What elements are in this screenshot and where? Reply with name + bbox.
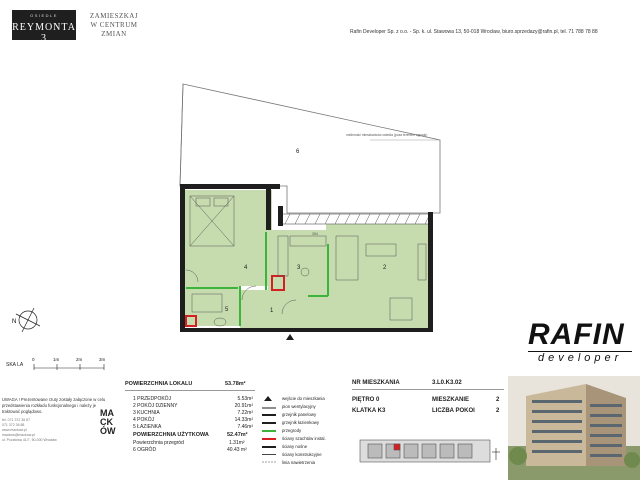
garden-area-value: 40.43 m² [227, 447, 247, 453]
legend-text: pion wentylacyjny [282, 404, 316, 409]
room-area-row: 5 ŁAZIENKA 7.46m² [133, 424, 253, 431]
flat-number-value: 3.L0.K3.02 [432, 380, 462, 386]
legend-text: wejście do mieszkania [282, 396, 325, 401]
room-5-fill [184, 286, 240, 326]
room-area-row: 4 POKÓJ 14.33m² [133, 417, 253, 424]
room-name: 2 POKÓJ DZIENNY [133, 403, 178, 409]
compass-north: N [12, 319, 16, 325]
architect-logo-line: ÓW [100, 426, 116, 436]
garden-area-label: 6 OGRÓD [133, 447, 157, 453]
key-plan [359, 439, 491, 463]
legend-text: grzejnik panelowy [282, 412, 317, 417]
disclaimer-note: UWAGA ! Prezentowane rzuty zostały załąc… [2, 397, 106, 414]
counter-label: 354 [312, 232, 318, 236]
scale-tick: 0 [32, 357, 35, 362]
room-label-3: 3 [297, 265, 301, 271]
room-name: 5 ŁAZIENKA [133, 424, 162, 430]
room-2-fill [326, 224, 430, 328]
total-area-value: 53.78m² [225, 381, 246, 387]
staircase-label: KLATKA K3 [352, 408, 386, 414]
room-label-2: 2 [383, 265, 387, 271]
usable-area-value: 52.47m² [227, 432, 248, 438]
room-value: 7.22m² [237, 410, 253, 416]
legend-icons [262, 396, 276, 463]
usable-area-label: POWIERZCHNIA UŻYTKOWA [133, 432, 209, 438]
legend-text: ściany szachtów instal. [282, 436, 326, 441]
divider [352, 389, 504, 390]
flat-value: 2 [496, 397, 500, 403]
compass-icon [15, 307, 41, 333]
scale-tick: 3m [99, 357, 106, 362]
scale-label: SKA LA [6, 362, 24, 368]
architect-logo: MA CK ÓW [100, 409, 116, 436]
room-label-6: 6 [296, 149, 300, 155]
scale-bar [33, 364, 105, 370]
room-value: 20.91m² [234, 403, 253, 409]
key-plan-north-icon [492, 448, 500, 460]
room-label-1: 1 [270, 308, 274, 314]
contact-line: ul. Pocztowa 41/7, 50-000 Wrocław [2, 438, 57, 442]
legend-text: ściany nośne [282, 444, 308, 449]
floor-label: PIĘTRO 0 [352, 397, 380, 403]
room-area-row: 1 PRZEDPOKÓJ 5.53m² [133, 396, 253, 403]
room-value: 14.33m² [234, 417, 253, 423]
scale-tick: 2m [76, 357, 83, 362]
developer-logo-sub: developer [538, 352, 623, 364]
legend-text: przegrody [282, 428, 302, 433]
scale-tick: 1m [53, 357, 60, 362]
room-name: 3 KUCHNIA [133, 410, 160, 416]
developer-logo: RAFIN [528, 318, 625, 351]
flat-label: MIESZKANIE [432, 397, 470, 403]
building-render-image [508, 376, 640, 480]
room-3-fill [268, 230, 326, 296]
partition-area-value: 1.31m² [229, 440, 245, 446]
room-name: 4 POKÓJ [133, 417, 155, 423]
room-name: 1 PRZEDPOKÓJ [133, 396, 172, 402]
room-label-5: 5 [225, 307, 229, 313]
partition-area-label: Powierzchnia przegród [133, 440, 184, 446]
room-label-4: 4 [244, 265, 248, 271]
legend-text: ściany konstrukcyjne [282, 452, 322, 457]
total-area-label: POWIERZCHNIA LOKALU [125, 381, 193, 387]
room-value: 7.46m² [237, 424, 253, 430]
legend-text: grzejnik łazienkowy [282, 420, 320, 425]
divider [125, 390, 255, 391]
architect-contact: tel. 071 372 36 87 071 372 36 88 www.mac… [2, 418, 82, 443]
entrance-marker [286, 334, 294, 340]
rooms-count-value: 2 [496, 408, 500, 414]
rooms-count-label: LICZBA POKOI [432, 408, 475, 414]
room-area-row: 3 KUCHNIA 7.22m² [133, 410, 253, 417]
legend-text: linia nawietrzenia [282, 460, 315, 465]
room-area-row: 2 POKÓJ DZIENNY 20.91m² [133, 403, 253, 410]
garden-note: roślinność mieszkańców osiedla (poza ter… [346, 133, 428, 137]
flat-number-label: NR MIESZKANIA [352, 380, 400, 386]
room-value: 5.53m² [237, 396, 253, 402]
